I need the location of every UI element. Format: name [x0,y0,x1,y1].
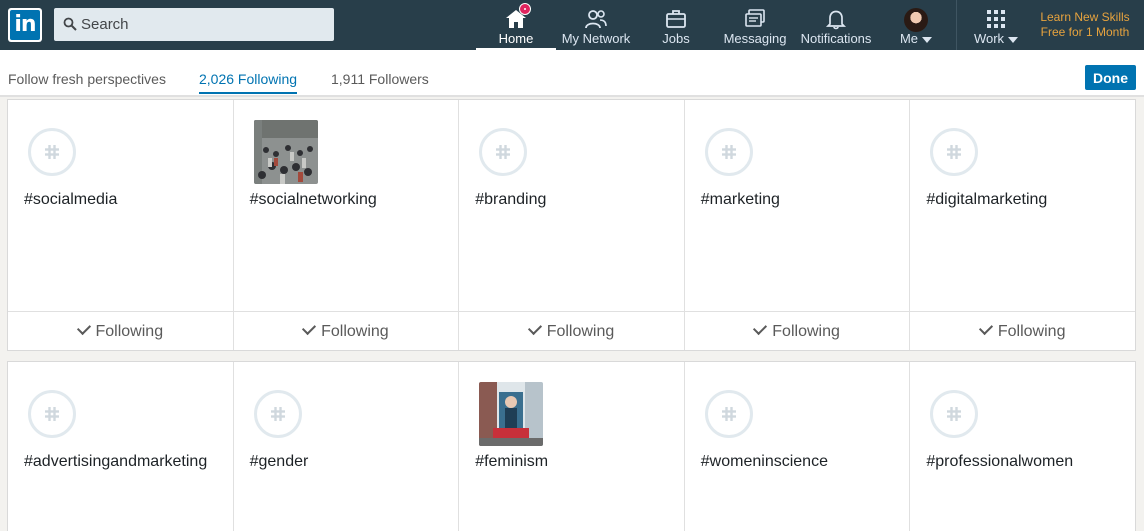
done-button[interactable]: Done [1085,65,1136,90]
linkedin-logo[interactable]: in [8,8,42,42]
search-box[interactable] [54,8,334,41]
following-label: Following [772,323,840,340]
following-button[interactable]: Following [910,311,1135,351]
nav-jobs-label: Jobs [662,31,690,46]
topic-name[interactable]: #advertisingandmarketing [24,453,207,471]
promo-line-1: Learn New Skills [1040,10,1130,24]
following-button[interactable]: Following [684,311,910,351]
chevron-down-icon [922,36,933,43]
check-icon [76,320,91,336]
nav-me[interactable]: Me [888,0,944,50]
nav-work[interactable]: Work [966,0,1026,50]
nav-home-label: Home [498,31,534,46]
search-input[interactable] [81,8,331,41]
check-icon [978,320,993,336]
topic-card[interactable]: #gender [234,362,460,531]
check-icon [527,320,542,336]
hashtag-icon [930,390,979,438]
street-art-photo [479,382,544,446]
topic-name[interactable]: #gender [250,453,309,471]
topic-card[interactable]: #professionalwomen [910,362,1135,531]
hashtag-icon [28,128,76,176]
logo-text: in [10,10,40,40]
tab-followers[interactable]: 1,911 Followers [331,71,429,87]
nav-me-label: Me [899,31,919,46]
notification-badge [519,3,531,15]
following-label: Following [546,323,615,340]
hashtag-icon [253,390,302,438]
hashtag-icon [28,390,76,438]
check-icon [753,320,768,336]
hashtag-icon [930,128,979,176]
nav-work-label: Work [973,31,1005,46]
topic-card[interactable]: #advertisingandmarketing [8,362,234,531]
messaging-icon [745,9,765,27]
nav-my-network[interactable]: My Network [558,0,634,50]
tab-follow-perspectives[interactable]: Follow fresh perspectives [8,71,166,87]
hashtag-icon [704,390,753,438]
topic-card[interactable]: #digitalmarketing Following [910,100,1135,350]
bell-icon [825,10,847,30]
topic-row: #advertisingandmarketing #gender #femini… [7,361,1136,531]
following-label: Following [997,323,1066,340]
following-button[interactable]: Following [459,311,684,351]
topic-name[interactable]: #socialnetworking [250,191,377,209]
top-nav: in Home My Network Jobs [0,0,1144,50]
topic-name[interactable]: #feminism [475,453,548,471]
following-label: Following [321,323,389,340]
topic-name[interactable]: #professionalwomen [926,453,1073,471]
topic-name[interactable]: #digitalmarketing [926,191,1047,209]
search-icon [63,17,77,31]
chevron-down-icon [1008,36,1019,43]
nav-messaging[interactable]: Messaging [718,0,792,50]
topic-name[interactable]: #socialmedia [24,191,117,209]
topic-card[interactable]: #marketing Following [684,100,911,351]
topic-card[interactable]: #feminism [459,362,685,531]
nav-me-label-wrap: Me [888,31,944,46]
topic-card[interactable]: #womeninscience [685,362,911,531]
crowd-photo [253,120,318,184]
topic-card[interactable]: #branding Following [459,100,685,350]
nav-notifications[interactable]: Notifications [798,0,874,50]
network-icon [585,10,607,29]
nav-divider [956,0,957,50]
premium-promo[interactable]: Learn New Skills Free for 1 Month [1030,10,1140,40]
nav-home[interactable]: Home [476,0,556,50]
nav-notifications-label: Notifications [800,31,872,46]
topic-name[interactable]: #marketing [701,191,780,209]
hashtag-icon [704,128,753,176]
topic-card[interactable]: #socialnetworking Following [233,100,460,351]
topic-row: #socialmedia Following #socialnetworking… [7,99,1136,351]
following-button[interactable]: Following [8,311,233,351]
topic-name[interactable]: #womeninscience [701,453,828,471]
check-icon [302,320,317,336]
nav-work-label-wrap: Work [966,31,1026,46]
avatar [904,8,928,32]
grid-icon [987,10,1005,28]
topic-card[interactable]: #socialmedia Following [8,100,234,350]
nav-jobs[interactable]: Jobs [646,0,706,50]
topic-name[interactable]: #branding [475,191,546,209]
promo-line-2: Free for 1 Month [1040,25,1130,39]
nav-my-network-label: My Network [561,31,631,46]
nav-messaging-label: Messaging [723,31,787,46]
tab-following[interactable]: 2,026 Following [199,71,298,94]
following-button[interactable]: Following [233,311,459,351]
briefcase-icon [666,10,686,28]
hashtag-icon [479,128,528,176]
following-label: Following [95,323,164,340]
follow-subheader: Follow fresh perspectives 2,026 Followin… [0,50,1144,97]
